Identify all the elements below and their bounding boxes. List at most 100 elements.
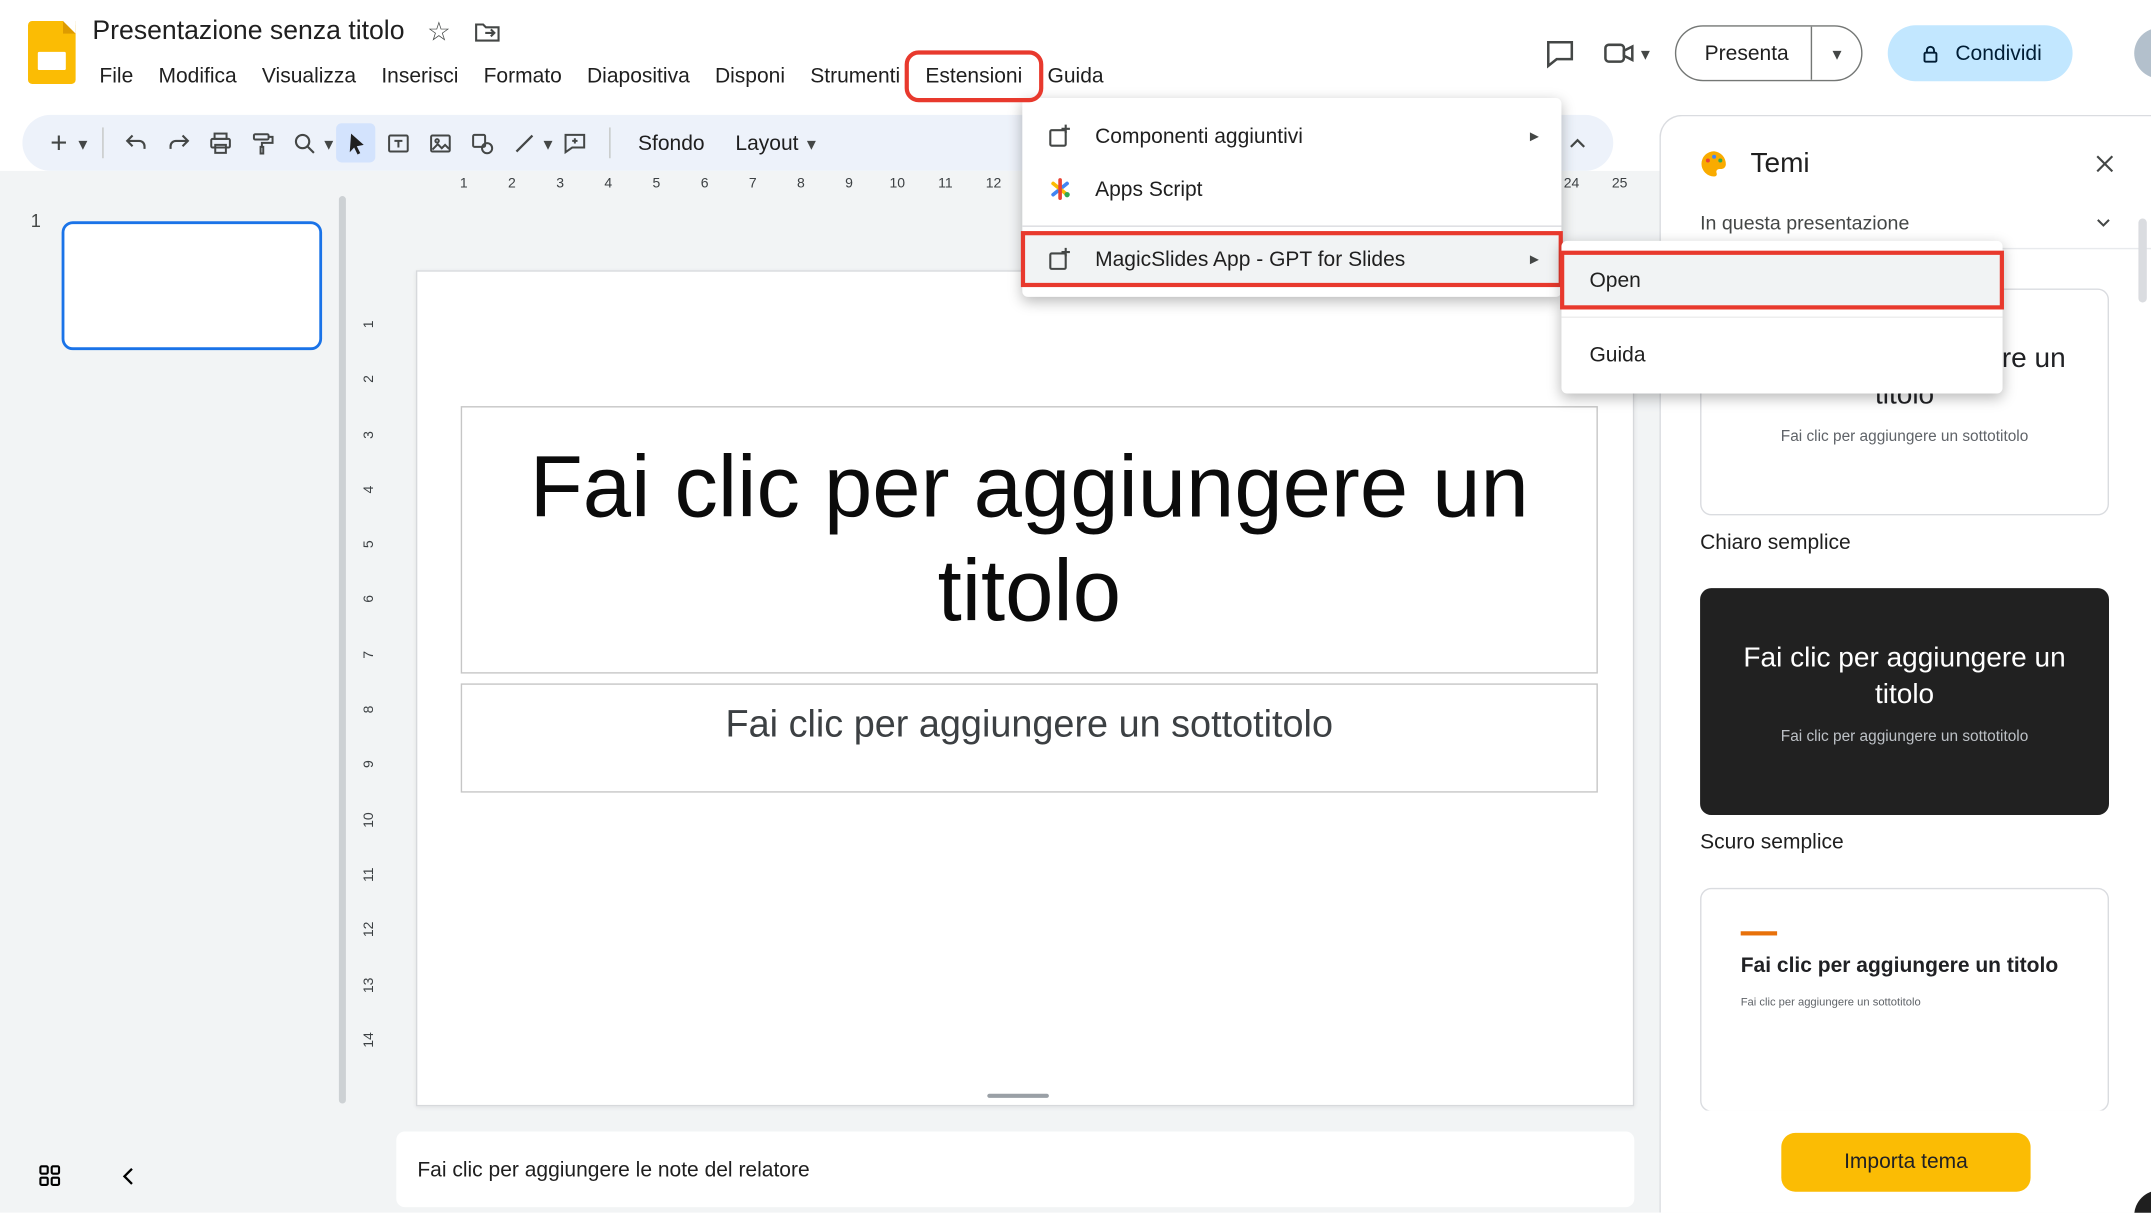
import-theme-button[interactable]: Importa tema	[1781, 1132, 2030, 1191]
menu-modifica[interactable]: Modifica	[146, 59, 249, 94]
zoom-button[interactable]: ▾	[285, 123, 333, 162]
chevron-down-icon[interactable]: ▾	[78, 134, 87, 152]
subtitle-placeholder[interactable]: Fai clic per aggiungere un sottotitolo	[461, 683, 1598, 792]
theme-title-text: Fai clic per aggiungere un titolo	[1736, 642, 2072, 714]
theme-card-accent[interactable]: Fai clic per aggiungere un titolo Fai cl…	[1700, 888, 2109, 1112]
speaker-notes-input[interactable]: Fai clic per aggiungere le note del rela…	[396, 1132, 1634, 1208]
toolbar-divider	[102, 127, 103, 158]
present-button[interactable]: Presenta	[1677, 27, 1812, 80]
menu-visualizza[interactable]: Visualizza	[249, 59, 368, 94]
comments-button[interactable]	[1543, 36, 1577, 70]
menu-formato[interactable]: Formato	[471, 59, 574, 94]
star-icon[interactable]: ☆	[427, 19, 451, 46]
redo-button[interactable]	[159, 123, 198, 162]
lock-icon	[1919, 41, 1943, 65]
theme-subtitle-text: Fai clic per aggiungere un sottotitolo	[1781, 728, 2028, 745]
chevron-down-icon[interactable]: ▾	[324, 134, 333, 152]
ruler-number: 25	[1596, 176, 1644, 191]
menu-file[interactable]: File	[87, 59, 146, 94]
chevron-left-icon	[116, 1163, 141, 1188]
google-slides-window: Presentazione senza titolo ☆ File Modifi…	[0, 0, 2151, 1213]
ruler-number: 9	[825, 176, 873, 191]
chevron-down-icon[interactable]: ▾	[543, 134, 552, 152]
slide-number: 1	[31, 210, 41, 231]
panel-scrollbar[interactable]	[2138, 218, 2146, 302]
ruler-number: 6	[681, 176, 729, 191]
magicslides-submenu: Open Guida	[1561, 241, 2002, 394]
chevron-down-icon: ▾	[807, 134, 816, 152]
menu-item-magicslides[interactable]: MagicSlides App - GPT for Slides ▸	[1022, 232, 1561, 285]
ruler-number: 11	[342, 864, 397, 886]
ruler-number: 4	[342, 478, 397, 500]
notes-resize-handle[interactable]	[987, 1094, 1049, 1098]
menu-inserisci[interactable]: Inserisci	[369, 59, 471, 94]
ruler-number: 4	[584, 176, 632, 191]
shape-icon	[469, 130, 496, 157]
menu-estensioni[interactable]: Estensioni	[913, 59, 1035, 94]
ruler-number: 7	[729, 176, 777, 191]
insert-image-button[interactable]	[420, 123, 459, 162]
ruler-number: 8	[342, 698, 397, 720]
undo-button[interactable]	[117, 123, 156, 162]
theme-card-dark[interactable]: Fai clic per aggiungere un titolo Fai cl…	[1700, 588, 2109, 815]
paint-format-button[interactable]	[243, 123, 282, 162]
new-slide-button[interactable]: + ▾	[39, 123, 87, 162]
comment-plus-icon	[562, 130, 589, 157]
logo-fold	[63, 21, 76, 34]
title-placeholder[interactable]: Fai clic per aggiungere un titolo	[461, 406, 1598, 673]
layout-button[interactable]: Layout ▾	[721, 123, 830, 162]
share-button-label: Condividi	[1955, 41, 2041, 65]
menu-separator	[1022, 225, 1561, 226]
submenu-item-guida[interactable]: Guida	[1561, 326, 2002, 382]
text-box-button[interactable]	[378, 123, 417, 162]
theme-subtitle-text: Fai clic per aggiungere un sottotitolo	[1741, 996, 2108, 1009]
chevron-down-icon[interactable]	[2092, 211, 2114, 233]
move-to-folder-icon[interactable]	[473, 18, 501, 46]
ruler-number: 3	[536, 176, 584, 191]
image-icon	[427, 130, 454, 157]
present-options-button[interactable]: ▾	[1811, 27, 1861, 80]
title-placeholder-text: Fai clic per aggiungere un titolo	[462, 437, 1596, 644]
logo-inner	[38, 52, 66, 70]
insert-shape-button[interactable]	[462, 123, 501, 162]
menu-disponi[interactable]: Disponi	[702, 59, 797, 94]
insert-line-button[interactable]: ▾	[504, 123, 552, 162]
plus-icon: +	[50, 128, 67, 157]
ruler-number: 1	[440, 176, 488, 191]
section-label: In questa presentazione	[1700, 211, 2092, 233]
slide-thumbnail[interactable]	[62, 221, 322, 350]
slide-canvas[interactable]: Fai clic per aggiungere un titolo Fai cl…	[416, 270, 1634, 1106]
app-header: Presentazione senza titolo ☆ File Modifi…	[0, 0, 2151, 105]
close-panel-button[interactable]	[2092, 151, 2117, 176]
menu-guida[interactable]: Guida	[1035, 59, 1116, 94]
ruler-number: 6	[342, 588, 397, 610]
panel-title: Temi	[1751, 148, 2073, 180]
grid-view-button[interactable]	[36, 1162, 63, 1189]
avatar[interactable]	[2134, 28, 2151, 78]
menu-item-componenti-aggiuntivi[interactable]: Componenti aggiuntivi ▸	[1022, 109, 1561, 162]
document-title[interactable]: Presentazione senza titolo	[92, 17, 404, 48]
menu-bar: File Modifica Visualizza Inserisci Forma…	[87, 59, 1116, 94]
menu-strumenti[interactable]: Strumenti	[798, 59, 913, 94]
collapse-toolbar-button[interactable]	[1557, 123, 1596, 162]
menu-item-apps-script[interactable]: Apps Script	[1022, 162, 1561, 215]
insert-comment-button[interactable]	[555, 123, 594, 162]
submenu-separator	[1561, 316, 2002, 317]
toolbar-divider	[609, 127, 610, 158]
collapse-filmstrip-button[interactable]	[116, 1163, 141, 1188]
menu-diapositiva[interactable]: Diapositiva	[574, 59, 702, 94]
submenu-arrow-icon: ▸	[1530, 248, 1539, 270]
redo-icon	[165, 130, 192, 157]
share-button[interactable]: Condividi	[1888, 25, 2072, 81]
palette-icon	[1697, 147, 1731, 181]
submenu-item-open[interactable]: Open	[1561, 252, 2002, 308]
chevron-down-icon[interactable]: ▾	[1641, 44, 1650, 62]
slides-logo-icon[interactable]	[28, 21, 76, 84]
print-button[interactable]	[201, 123, 240, 162]
background-button[interactable]: Sfondo	[624, 123, 719, 162]
menu-item-label: Componenti aggiuntivi	[1095, 124, 1303, 148]
ruler-number: 3	[342, 423, 397, 445]
meet-button[interactable]: ▾	[1602, 36, 1650, 70]
subtitle-placeholder-text: Fai clic per aggiungere un sottotitolo	[726, 703, 1333, 791]
select-tool-button[interactable]	[336, 123, 375, 162]
